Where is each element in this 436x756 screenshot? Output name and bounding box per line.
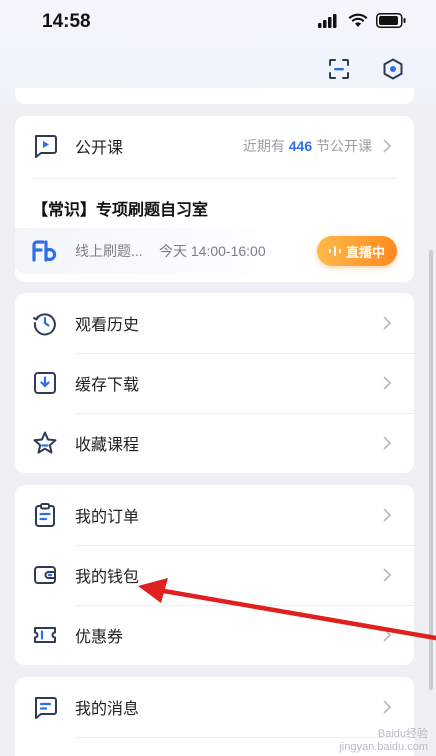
menu-item-orders-label: 我的订单: [75, 509, 140, 526]
order-clipboard-icon: [35, 503, 55, 527]
wallet-icon: [34, 566, 56, 584]
menu-item-download-label: 缓存下载: [75, 377, 140, 394]
cellular-signal-icon: [318, 13, 337, 28]
open-course-count: 446: [288, 138, 313, 154]
battery-icon: [376, 13, 406, 28]
play-video-icon: [35, 135, 57, 158]
open-course-sub-suffix: 节公开课: [316, 138, 372, 154]
menu-item-wallet[interactable]: 我的钱包: [15, 545, 414, 605]
status-icons: [318, 13, 406, 28]
open-course-label: 公开课: [75, 140, 124, 157]
divider: [32, 178, 397, 179]
chevron-right-icon: [383, 436, 392, 450]
settings-button[interactable]: [380, 56, 406, 82]
status-time: 14:58: [42, 11, 91, 32]
live-course-strip[interactable]: 线上刷题... 今天 14:00-16:00 直播中: [15, 228, 414, 274]
star-icon: [33, 431, 57, 454]
menu-item-orders[interactable]: 我的订单: [15, 485, 414, 545]
coupon-icon: [34, 627, 56, 643]
menu-item-messages-label: 我的消息: [75, 701, 140, 718]
open-course-row[interactable]: 公开课 近期有 446 节公开课: [15, 116, 414, 176]
watermark-line1: Baidu经验: [377, 728, 428, 740]
live-badge[interactable]: 直播中: [317, 236, 397, 266]
wifi-icon: [348, 13, 368, 27]
chevron-right-icon: [383, 376, 392, 390]
settings-hexagon-icon: [383, 58, 403, 80]
menu-item-wallet-label: 我的钱包: [75, 569, 140, 586]
top-actions: [326, 56, 406, 82]
live-course-title[interactable]: 【常识】专项刷题自习室: [32, 196, 208, 220]
menu-item-history-label: 观看历史: [75, 317, 140, 334]
chevron-right-icon: [383, 628, 392, 642]
live-course-desc: 线上刷题...: [75, 243, 143, 259]
chevron-right-icon: [383, 508, 392, 522]
chevron-right-icon: [383, 316, 392, 330]
live-wave-icon: [328, 246, 341, 256]
watermark-line2: jingyan.baidu.com: [339, 741, 428, 753]
watermark: Baidu经验 jingyan.baidu.com: [339, 728, 428, 754]
scan-icon: [329, 59, 349, 79]
menu-item-favorites[interactable]: 收藏课程: [15, 413, 414, 473]
live-course-time: 今天 14:00-16:00: [159, 243, 266, 259]
menu-item-download[interactable]: 缓存下载: [15, 353, 414, 413]
fenbi-logo-icon: [32, 240, 57, 262]
menu-item-coupons-label: 优惠券: [75, 629, 124, 646]
download-icon: [34, 372, 56, 394]
open-course-card: 公开课 近期有 446 节公开课 【常识】专项刷题自习室 线上刷题... 今天 …: [15, 116, 414, 282]
menu-item-history[interactable]: 观看历史: [15, 293, 414, 353]
open-course-subtitle: 近期有 446 节公开课: [243, 136, 372, 156]
chevron-right-icon: [383, 139, 392, 153]
message-icon: [35, 697, 57, 719]
menu-group-history: 观看历史 缓存下载 收藏课程: [15, 293, 414, 473]
menu-group-orders: 我的订单 我的钱包 优惠券: [15, 485, 414, 665]
chevron-right-icon: [383, 700, 392, 714]
profile-card-bottom: [15, 88, 414, 104]
menu-item-coupons[interactable]: 优惠券: [15, 605, 414, 665]
live-badge-label: 直播中: [345, 244, 385, 260]
scan-button[interactable]: [326, 56, 352, 82]
menu-item-favorites-label: 收藏课程: [75, 437, 140, 454]
scrollbar[interactable]: [429, 250, 433, 690]
history-clock-icon: [33, 313, 56, 336]
chevron-right-icon: [383, 568, 392, 582]
open-course-sub-prefix: 近期有: [242, 138, 285, 154]
